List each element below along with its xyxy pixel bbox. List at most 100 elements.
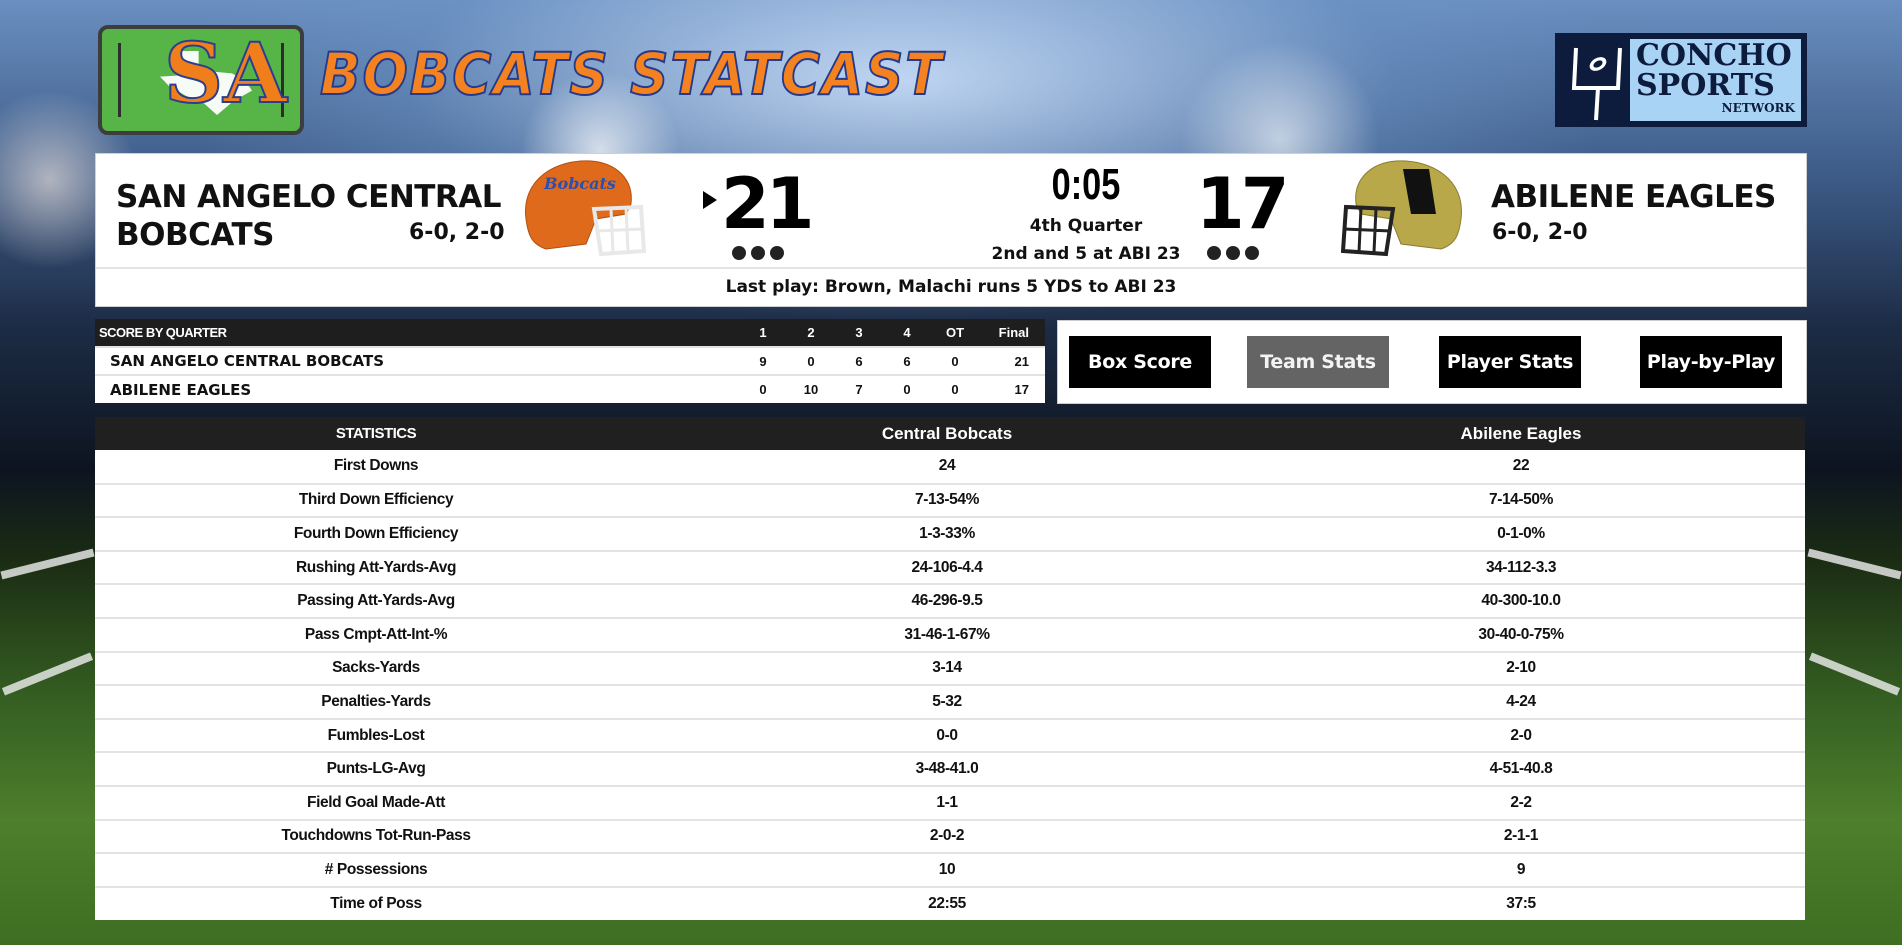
stat-value-home: 3-48-41.0: [657, 752, 1237, 787]
page-title: BOBCATS STATCAST: [319, 39, 944, 109]
stat-label: Field Goal Made-Att: [95, 785, 657, 821]
stat-value-home: 1-1: [657, 785, 1237, 821]
stat-value-home: 2-0-2: [657, 819, 1237, 855]
stat-label: # Possessions: [95, 853, 657, 888]
stats-row: Field Goal Made-Att 1-1 2-2: [95, 785, 1805, 821]
stat-value-home: 5-32: [657, 685, 1237, 720]
sbq-score: 0: [739, 374, 787, 403]
stat-value-home: 1-3-33%: [657, 517, 1237, 552]
stat-value-away: 34-112-3.3: [1237, 550, 1805, 586]
stat-value-away: 4-51-40.8: [1237, 752, 1805, 787]
stat-value-away: 2-1-1: [1237, 819, 1805, 855]
team-stats-table: STATISTICS Central Bobcats Abilene Eagle…: [95, 417, 1805, 921]
away-helmet-icon: [1341, 160, 1462, 257]
stats-row: Touchdowns Tot-Run-Pass 2-0-2 2-1-1: [95, 819, 1805, 855]
game-clock-block: 0:05 4th Quarter 2nd and 5 at ABI 23: [936, 154, 1236, 269]
stat-label: Pass Cmpt-Att-Int-%: [95, 617, 657, 653]
svg-text:Bobcats: Bobcats: [543, 174, 616, 193]
stats-header-statistics: STATISTICS: [95, 417, 657, 450]
timeout-dot: [1207, 246, 1221, 260]
timeout-dot: [751, 246, 765, 260]
stat-label: Third Down Efficiency: [95, 483, 657, 519]
stat-value-home: 7-13-54%: [657, 483, 1237, 519]
down-and-distance: 2nd and 5 at ABI 23: [991, 244, 1181, 264]
sbq-score: 0: [931, 374, 979, 403]
stat-value-away: 4-24: [1237, 685, 1805, 720]
stats-row: Fumbles-Lost 0-0 2-0: [95, 718, 1805, 754]
timeout-dot: [1226, 246, 1240, 260]
stats-row: Penalties-Yards 5-32 4-24: [95, 685, 1805, 720]
stat-value-away: 30-40-0-75%: [1237, 617, 1805, 653]
stat-label: Time of Poss: [330, 895, 422, 913]
stats-row: Rushing Att-Yards-Avg 24-106-4.4 34-112-3.…: [95, 550, 1805, 586]
score-by-quarter-table: SCORE BY QUARTER 1 2 3 4 OT Final SAN AN…: [95, 319, 1045, 403]
sbq-final: 17: [979, 374, 1045, 403]
stat-label: Fourth Down Efficiency: [95, 517, 657, 552]
away-team-record: 6-0, 2-0: [1492, 220, 1588, 245]
home-timeouts: [732, 246, 784, 260]
stats-row: Sacks-Yards 3-14 2-10: [95, 651, 1805, 687]
stat-value-away: 2-0: [1237, 718, 1805, 754]
play-by-play-button[interactable]: Play-by-Play: [1640, 336, 1782, 388]
field-yard-line: [1, 652, 94, 696]
sbq-row: SAN ANGELO CENTRAL BOBCATS 9 0 6 6 0 21: [95, 346, 1045, 375]
stat-value-away: 7-14-50%: [1237, 483, 1805, 519]
home-helmet-icon: Bobcats: [525, 160, 646, 257]
away-timeouts: [1207, 246, 1259, 260]
stat-value-home: 24: [657, 450, 1237, 485]
sbq-score: 0: [883, 374, 931, 403]
stats-header-home: Central Bobcats: [657, 417, 1237, 450]
sbq-col-header: 1: [739, 319, 787, 347]
stats-header-away: Abilene Eagles: [1237, 417, 1805, 450]
stat-label: Penalties-Yards: [95, 685, 657, 720]
stat-value-home: 3-14: [657, 651, 1237, 687]
field-yard-line: [0, 548, 95, 580]
sbq-col-header: 4: [883, 319, 931, 347]
sa-monogram: SA: [163, 26, 288, 122]
stat-value-away: 9: [1237, 853, 1805, 888]
network-logo-text: CONCHO SPORTS NETWORK: [1630, 39, 1801, 121]
stat-value-home: 22:55: [928, 895, 966, 913]
goalpost-football-icon: [1571, 47, 1622, 121]
stat-label: Sacks-Yards: [95, 651, 657, 687]
box-score-button[interactable]: Box Score: [1069, 336, 1211, 388]
stats-nav: Box Score Team Stats Player Stats Play-b…: [1057, 320, 1807, 404]
sbq-title: SCORE BY QUARTER: [95, 319, 739, 347]
stat-label: Rushing Att-Yards-Avg: [95, 550, 657, 586]
sbq-score: 6: [835, 346, 883, 375]
stat-value-home: 31-46-1-67%: [657, 617, 1237, 653]
team-logo: SA: [98, 25, 304, 135]
field-yard-line: [1808, 652, 1901, 696]
stat-value-home: 10: [657, 853, 1237, 888]
team-stats-button[interactable]: Team Stats: [1247, 336, 1389, 388]
stat-value-home: 0-0: [657, 718, 1237, 754]
stats-row: Time of Poss 22:55 37:5: [95, 887, 1805, 921]
possession-indicator-icon: [703, 191, 717, 209]
stat-value-away: 0-1-0%: [1237, 517, 1805, 552]
timeout-dot: [1245, 246, 1259, 260]
stats-row: Passing Att-Yards-Avg 46-296-9.5 40-300-10…: [95, 584, 1805, 619]
stats-row: First Downs 24 22: [95, 450, 1805, 485]
home-score: 21: [721, 163, 814, 245]
stat-label: Passing Att-Yards-Avg: [95, 584, 657, 619]
stat-value-away: 22: [1237, 450, 1805, 485]
sbq-col-header: OT: [931, 319, 979, 347]
field-line: [118, 43, 121, 117]
stats-row: Fourth Down Efficiency 1-3-33% 0-1-0%: [95, 517, 1805, 552]
sbq-score: 7: [835, 374, 883, 403]
stat-label: Punts-LG-Avg: [95, 752, 657, 787]
stat-value-home: 46-296-9.5: [657, 584, 1237, 619]
timeout-dot: [770, 246, 784, 260]
scoreboard: SAN ANGELO CENTRAL BOBCATS 6-0, 2-0 Bobc…: [95, 153, 1807, 307]
away-score: 17: [1196, 163, 1289, 245]
stat-value-home: 24-106-4.4: [657, 550, 1237, 586]
stats-row: Pass Cmpt-Att-Int-% 31-46-1-67% 30-40-0-75…: [95, 617, 1805, 653]
player-stats-button[interactable]: Player Stats: [1439, 336, 1581, 388]
timeout-dot: [732, 246, 746, 260]
sbq-score: 9: [739, 346, 787, 375]
last-play: Last play: Brown, Malachi runs 5 YDS to …: [725, 277, 1177, 297]
stats-row: # Possessions 10 9: [95, 853, 1805, 888]
sbq-row: ABILENE EAGLES 0 10 7 0 0 17: [95, 374, 1045, 403]
game-clock: 0:05: [1051, 160, 1121, 209]
stat-value-away: 40-300-10.0: [1237, 584, 1805, 619]
